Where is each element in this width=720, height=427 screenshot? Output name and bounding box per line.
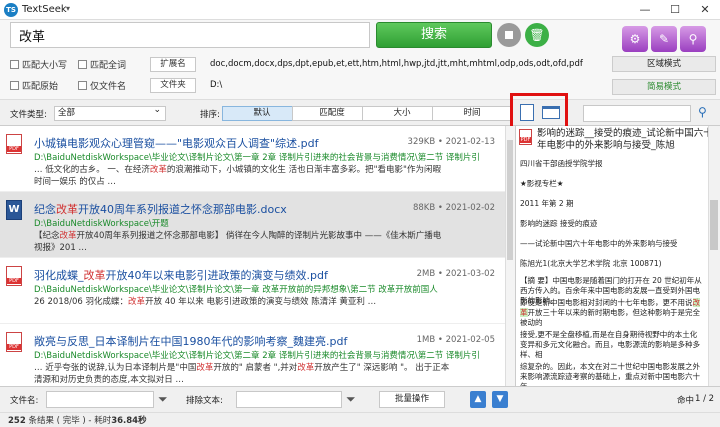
match-fullword-label: 匹配全词 (90, 61, 127, 71)
result-title[interactable]: 羽化成蝶_改革开放40年以来电影引进政策的演变与绩效.pdf (34, 267, 328, 283)
result-snippet: 【纪念改革开放40周年系列报道之怀念那部电影】 倘徉在今人陶醉的译制片光影故事中… (34, 231, 442, 253)
result-meta: 88KB • 2021-02-02 (412, 203, 495, 213)
edit-icon[interactable]: ✎ (651, 26, 677, 52)
filter-icon[interactable]: ⏷ (346, 392, 360, 406)
filename-filter-input[interactable] (46, 391, 154, 408)
simple-mode-button[interactable]: 简易模式 (612, 79, 716, 95)
folder-label: 文件夹 (150, 78, 196, 93)
result-snippet: … 近乎夸张的说辞,认为日本译制片是"中国改革开放的" 启蒙者 ",并对改革开放… (34, 363, 450, 385)
exclude-text-label: 排除文本: (186, 396, 223, 406)
sort-time-button[interactable]: 时间 (432, 106, 512, 121)
word-file-icon (6, 200, 22, 220)
preview-line: 陈旭光1(北京大学艺术学院 北京 100871) (520, 259, 662, 268)
search-icon[interactable]: ⚲ (698, 105, 707, 119)
arrow-down-icon[interactable]: ▼ (492, 391, 508, 408)
result-title[interactable]: 小城镇电影观众心理管窥——"电影观众百人调查"综述.pdf (34, 135, 318, 151)
preview-line: 四川省干部函授学院学报 (520, 159, 603, 168)
match-case-label: 匹配大小写 (22, 61, 68, 71)
result-meta: 2MB • 2021-03-02 (416, 269, 495, 279)
hit-counter: 1 / 2 (695, 394, 715, 404)
result-title[interactable]: 纪念改革开放40周年系列报道之怀念那部电影.docx (34, 201, 287, 217)
preview-search-input[interactable] (583, 105, 691, 122)
sort-label: 排序: (200, 110, 220, 120)
sort-default-button[interactable]: 默认 (222, 106, 302, 121)
match-case-checkbox[interactable]: 匹配大小写 (10, 58, 67, 71)
preview-scrollbar-thumb[interactable] (710, 200, 718, 250)
pdf-file-icon (6, 134, 22, 154)
minimize-button[interactable]: — (630, 0, 660, 20)
result-snippet: 26 2018/06 羽化成蝶：改革开放 40 年以来 电影引进政策的演变与绩效… (34, 297, 377, 307)
hit-label: 命中 (677, 396, 695, 406)
pdf-file-icon (6, 332, 22, 352)
result-item[interactable]: 羽化成蝶_改革开放40年以来电影引进政策的演变与绩效.pdf 2MB • 202… (0, 258, 505, 324)
extension-label: 扩展名 (150, 57, 196, 72)
filter-icon[interactable]: ⏷ (158, 392, 172, 406)
filename-only-checkbox[interactable]: 仅文件名 (78, 79, 126, 92)
title-bar (0, 0, 720, 20)
trash-icon[interactable]: 🗑 (525, 23, 549, 47)
results-list: 小城镇电影观众心理管窥——"电影观众百人调查"综述.pdf 329KB • 20… (0, 126, 505, 386)
filename-only-label: 仅文件名 (90, 82, 127, 92)
result-path: D:\BaiduNetdiskWorkspace\毕业论文\译制片论文\第二章 … (34, 351, 480, 361)
arrow-up-icon[interactable]: ▲ (470, 391, 486, 408)
match-fullword-checkbox[interactable]: 匹配全词 (78, 58, 126, 71)
extension-field[interactable]: doc,docm,docx,dps,dpt,epub,et,ett,htm,ht… (210, 59, 583, 69)
app-icon: TS (4, 3, 18, 17)
results-scrollbar-thumb[interactable] (507, 140, 513, 260)
result-path: D:\BaiduNetdiskWorkspace\开题 (34, 219, 169, 229)
result-path: D:\BaiduNetdiskWorkspace\毕业论文\译制片论文\第一章 … (34, 285, 438, 295)
result-path: D:\BaiduNetdiskWorkspace\毕业论文\译制片论文\第一章 … (34, 153, 480, 163)
preview-line: 影响的迷踪 接受的痕迹 (520, 219, 598, 228)
pdf-file-icon (519, 129, 532, 145)
filetype-label: 文件类型: (10, 110, 47, 120)
result-item[interactable]: 敞亮与反思_日本译制片在中国1980年代的影响考察_魏建亮.pdf 1MB • … (0, 324, 505, 386)
exclude-text-input[interactable] (236, 391, 342, 408)
maximize-button[interactable]: ☐ (660, 0, 690, 20)
result-meta: 1MB • 2021-02-05 (416, 335, 495, 345)
settings-icon[interactable]: ⚙ (622, 26, 648, 52)
preview-line: ★影视专栏★ (520, 179, 564, 188)
sort-size-button[interactable]: 大小 (362, 106, 442, 121)
zone-mode-button[interactable]: 区域模式 (612, 56, 716, 72)
match-original-label: 匹配原始 (22, 82, 59, 92)
result-title[interactable]: 敞亮与反思_日本译制片在中国1980年代的影响考察_魏建亮.pdf (34, 333, 347, 349)
preview-line: 2011 年第 2 期 (520, 199, 574, 208)
result-snippet: … 低文化的古乡。 一、在经济改革的浪潮推动下，小城镇的文化生 活也日渐丰富多彩… (34, 165, 441, 187)
folder-field[interactable]: D:\ (210, 80, 222, 90)
stop-icon[interactable] (497, 23, 521, 47)
close-button[interactable]: ✕ (690, 0, 720, 20)
result-item[interactable]: 纪念改革开放40周年系列报道之怀念那部电影.docx 88KB • 2021-0… (0, 192, 505, 258)
result-meta: 329KB • 2021-02-13 (407, 137, 495, 147)
preview-paragraph: 接受,更不是全盘移植,而是在自身期待视野中的本土化变异和多元文化融合。而且，电影… (520, 330, 700, 359)
batch-operation-button[interactable]: 批量操作 (379, 391, 445, 408)
preview-paragraph: 即使是新中国电影相对封闭的十七年电影，更不用说改革开放三十年以来的新时期电影，但… (520, 298, 700, 327)
preview-title: 影响的迷踪__接受的痕迹_试论新中国六十年电影中的外来影响与接受_陈旭 (537, 128, 713, 151)
status-text: 252 条结果 ( 完毕 ) - 耗时36.84秒 (8, 416, 147, 426)
preview-scrollbar[interactable] (708, 126, 720, 386)
preview-line: ——试论新中国六十年电影中的外来影响与接受 (520, 239, 678, 248)
search-button[interactable]: 搜索 (376, 22, 492, 48)
result-item[interactable]: 小城镇电影观众心理管窥——"电影观众百人调查"综述.pdf 329KB • 20… (0, 126, 505, 192)
search-input[interactable]: 改革 (10, 22, 370, 48)
filetype-select[interactable]: 全部 (54, 104, 166, 121)
match-original-checkbox[interactable]: 匹配原始 (10, 79, 58, 92)
sort-match-button[interactable]: 匹配度 (292, 106, 372, 121)
chevron-down-icon[interactable]: ▾ (66, 4, 70, 13)
pdf-file-icon (6, 266, 22, 286)
window-title: TextSeek (22, 4, 67, 15)
filename-filter-label: 文件名: (10, 396, 39, 406)
link-icon[interactable]: ⚲ (680, 26, 706, 52)
